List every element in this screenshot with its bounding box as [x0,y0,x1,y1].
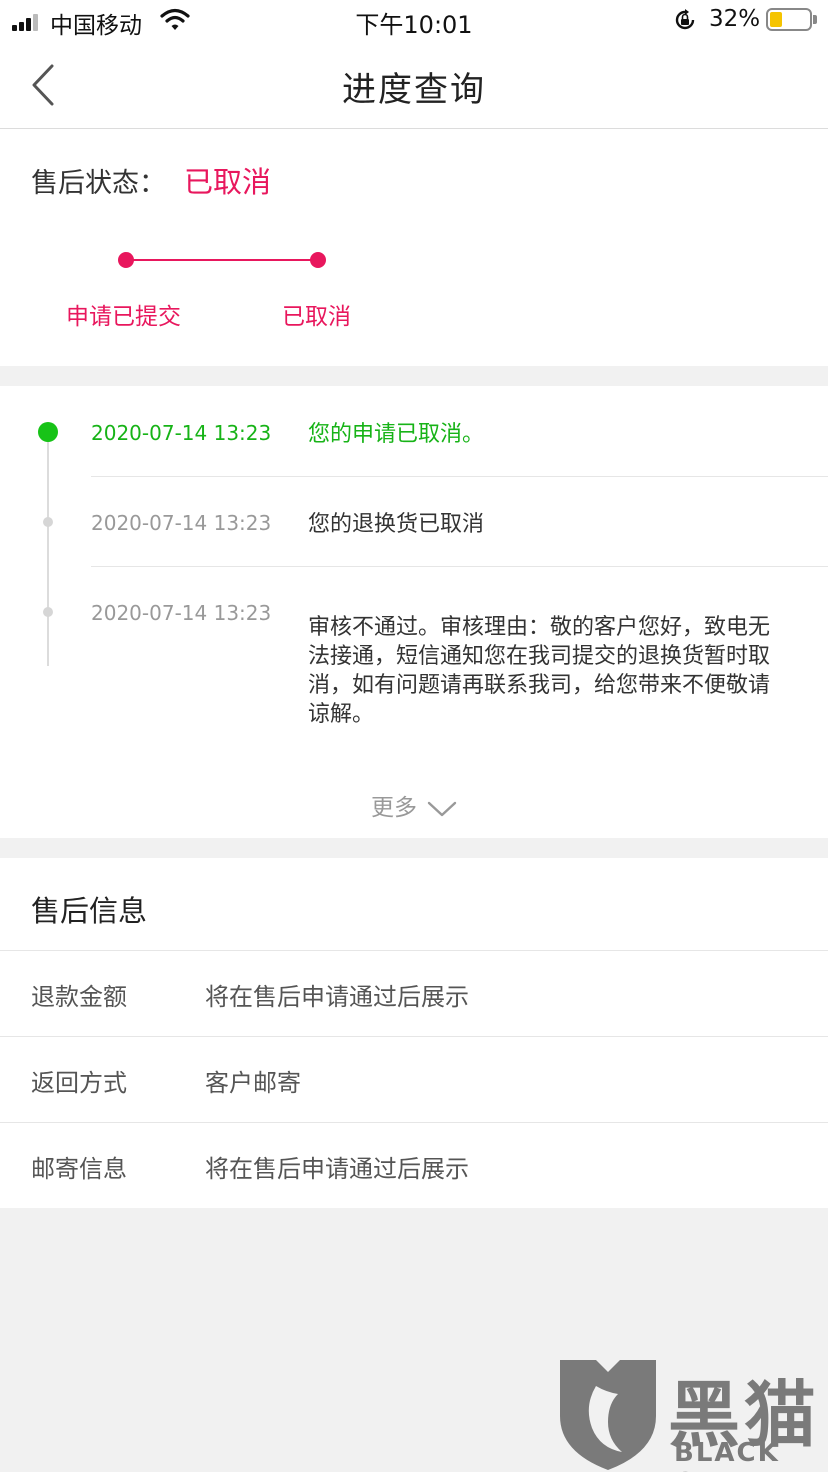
progress-step-label: 已取消 [282,304,351,330]
black-cat-watermark: 黑猫 BLACK CAT [556,1356,828,1472]
battery-level [770,12,782,27]
watermark-text-en: BLACK CAT [674,1438,780,1472]
status-label: 售后状态： [31,168,166,199]
battery-percent: 32% [709,6,761,32]
page-title: 进度查询 [342,70,486,110]
progress-dot-submitted [118,252,134,268]
status-value: 已取消 [184,165,272,199]
more-button[interactable]: 更多 [0,788,828,822]
timeline-time: 2020-07-14 13:23 [91,601,272,625]
battery-cap [813,15,817,24]
timeline-divider [91,566,828,567]
timeline-line [47,434,49,666]
nav-bar: 进度查询 [0,42,828,129]
timeline-time: 2020-07-14 13:23 [91,421,272,445]
progress-step-label: 申请已提交 [66,304,181,330]
rotation-lock-icon [675,9,695,30]
timeline-text: 审核不通过。审核理由：敬的客户您好，致电无法接通，短信通知您在我司提交的退换货暂… [308,615,771,727]
info-key: 返回方式 [31,1069,127,1097]
info-key: 邮寄信息 [31,1155,127,1183]
after-sale-status-card: 售后状态： 已取消 申请已提交 已取消 [0,129,828,366]
info-value: 将在售后申请通过后展示 [205,983,469,1011]
timeline-dot [43,607,53,617]
timeline-card: 2020-07-14 13:23 您的申请已取消。 2020-07-14 13:… [0,386,828,838]
timeline-text: 您的退换货已取消 [308,512,485,537]
more-label: 更多 [371,795,417,821]
info-row-return-method: 返回方式 客户邮寄 [0,1036,828,1122]
timeline-dot-active [38,422,58,442]
timeline-dot [43,517,53,527]
info-row-refund-amount: 退款金额 将在售后申请通过后展示 [0,950,828,1036]
status-bar: 中国移动 下午10:01 32% [0,0,828,42]
progress-line [126,259,318,261]
info-value: 客户邮寄 [205,1069,301,1097]
after-sale-info-card: 售后信息 退款金额 将在售后申请通过后展示 返回方式 客户邮寄 邮寄信息 将在售… [0,858,828,1208]
info-value: 将在售后申请通过后展示 [205,1155,469,1183]
timeline-text: 您的申请已取消。 [308,422,485,447]
section-title: 售后信息 [31,894,148,928]
timeline-divider [91,476,828,477]
chevron-down-icon [427,801,457,816]
timeline-time: 2020-07-14 13:23 [91,511,272,535]
info-key: 退款金额 [31,983,127,1011]
info-row-shipping-info: 邮寄信息 将在售后申请通过后展示 [0,1122,828,1208]
battery-icon [766,8,812,31]
clock: 下午10:01 [355,11,473,39]
progress-dot-cancelled [310,252,326,268]
black-cat-logo-icon [560,1360,656,1470]
